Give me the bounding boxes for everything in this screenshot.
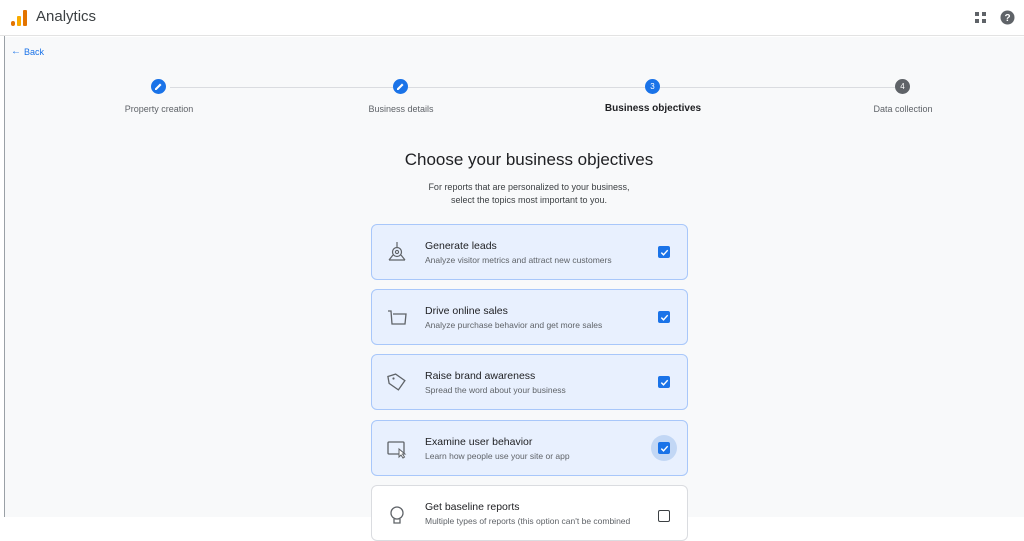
objective-description: Analyze visitor metrics and attract new …: [425, 255, 612, 265]
objective-description: Analyze purchase behavior and get more s…: [425, 320, 603, 330]
objective-checkbox[interactable]: [658, 311, 670, 323]
back-link[interactable]: ← Back: [11, 46, 44, 57]
leads-icon: [388, 242, 406, 261]
objective-card-examine-user-behavior[interactable]: Examine user behavior Learn how people u…: [371, 420, 688, 476]
back-label: Back: [24, 46, 45, 57]
objective-card-drive-online-sales[interactable]: Drive online sales Analyze purchase beha…: [371, 289, 688, 345]
cart-icon: [388, 310, 407, 325]
stepper-connector: [660, 87, 895, 88]
step-label-data-collection: Data collection: [873, 104, 933, 114]
objective-title: Get baseline reports: [425, 501, 520, 513]
objective-title: Raise brand awareness: [425, 370, 536, 382]
step-label-property-creation[interactable]: Property creation: [79, 104, 239, 114]
objective-description: Multiple types of reports (this option c…: [425, 516, 631, 526]
page-heading-text: Choose your business objectives: [404, 150, 654, 169]
objective-description: Spread the word about your business: [425, 385, 566, 395]
subtext-line-2: select the topics most important to you.: [450, 195, 608, 205]
check-icon: [660, 445, 668, 452]
objective-checkbox[interactable]: [658, 510, 670, 522]
check-icon: [660, 379, 668, 386]
objective-checkbox[interactable]: [658, 376, 670, 388]
objective-card-generate-leads[interactable]: Generate leads Analyze visitor metrics a…: [371, 224, 688, 280]
objective-checkbox[interactable]: [658, 246, 670, 258]
subtext-line-1: For reports that are personalized to you…: [428, 182, 630, 192]
step-2-edit-icon[interactable]: [393, 79, 408, 94]
stepper-connector: [170, 87, 393, 88]
app-title: Analytics: [36, 8, 97, 25]
apps-grid-icon[interactable]: [975, 12, 987, 24]
objective-description: Learn how people use your site or app: [425, 451, 570, 461]
cursor-window-icon: [387, 441, 407, 459]
page-subtext: For reports that are personalized to you…: [0, 181, 1024, 207]
baseline-icon: [390, 506, 404, 524]
check-icon: [660, 314, 668, 321]
objective-card-get-baseline-reports[interactable]: Get baseline reports Multiple types of r…: [371, 485, 688, 541]
stepper-connector: [408, 87, 645, 88]
tag-icon: [387, 373, 406, 391]
analytics-logo-icon[interactable]: [10, 9, 28, 27]
objective-card-raise-brand-awareness[interactable]: Raise brand awareness Spread the word ab…: [371, 354, 688, 410]
objective-title: Generate leads: [425, 240, 497, 252]
objective-title: Drive online sales: [425, 305, 508, 317]
check-icon: [660, 249, 668, 256]
step-1-edit-icon[interactable]: [151, 79, 166, 94]
top-bar: Analytics ?: [0, 0, 1024, 36]
step-3-marker: 3: [645, 79, 660, 94]
step-4-marker: 4: [895, 79, 910, 94]
page-heading: Choose your business objectives: [0, 150, 1024, 170]
objective-title: Examine user behavior: [425, 436, 533, 448]
objective-checkbox[interactable]: [658, 442, 670, 454]
back-arrow-icon: ←: [11, 46, 21, 57]
help-icon[interactable]: ?: [1000, 10, 1015, 25]
step-label-business-details[interactable]: Business details: [321, 104, 481, 114]
step-label-business-objectives: Business objectives: [604, 103, 702, 114]
svg-text:?: ?: [1004, 13, 1010, 24]
